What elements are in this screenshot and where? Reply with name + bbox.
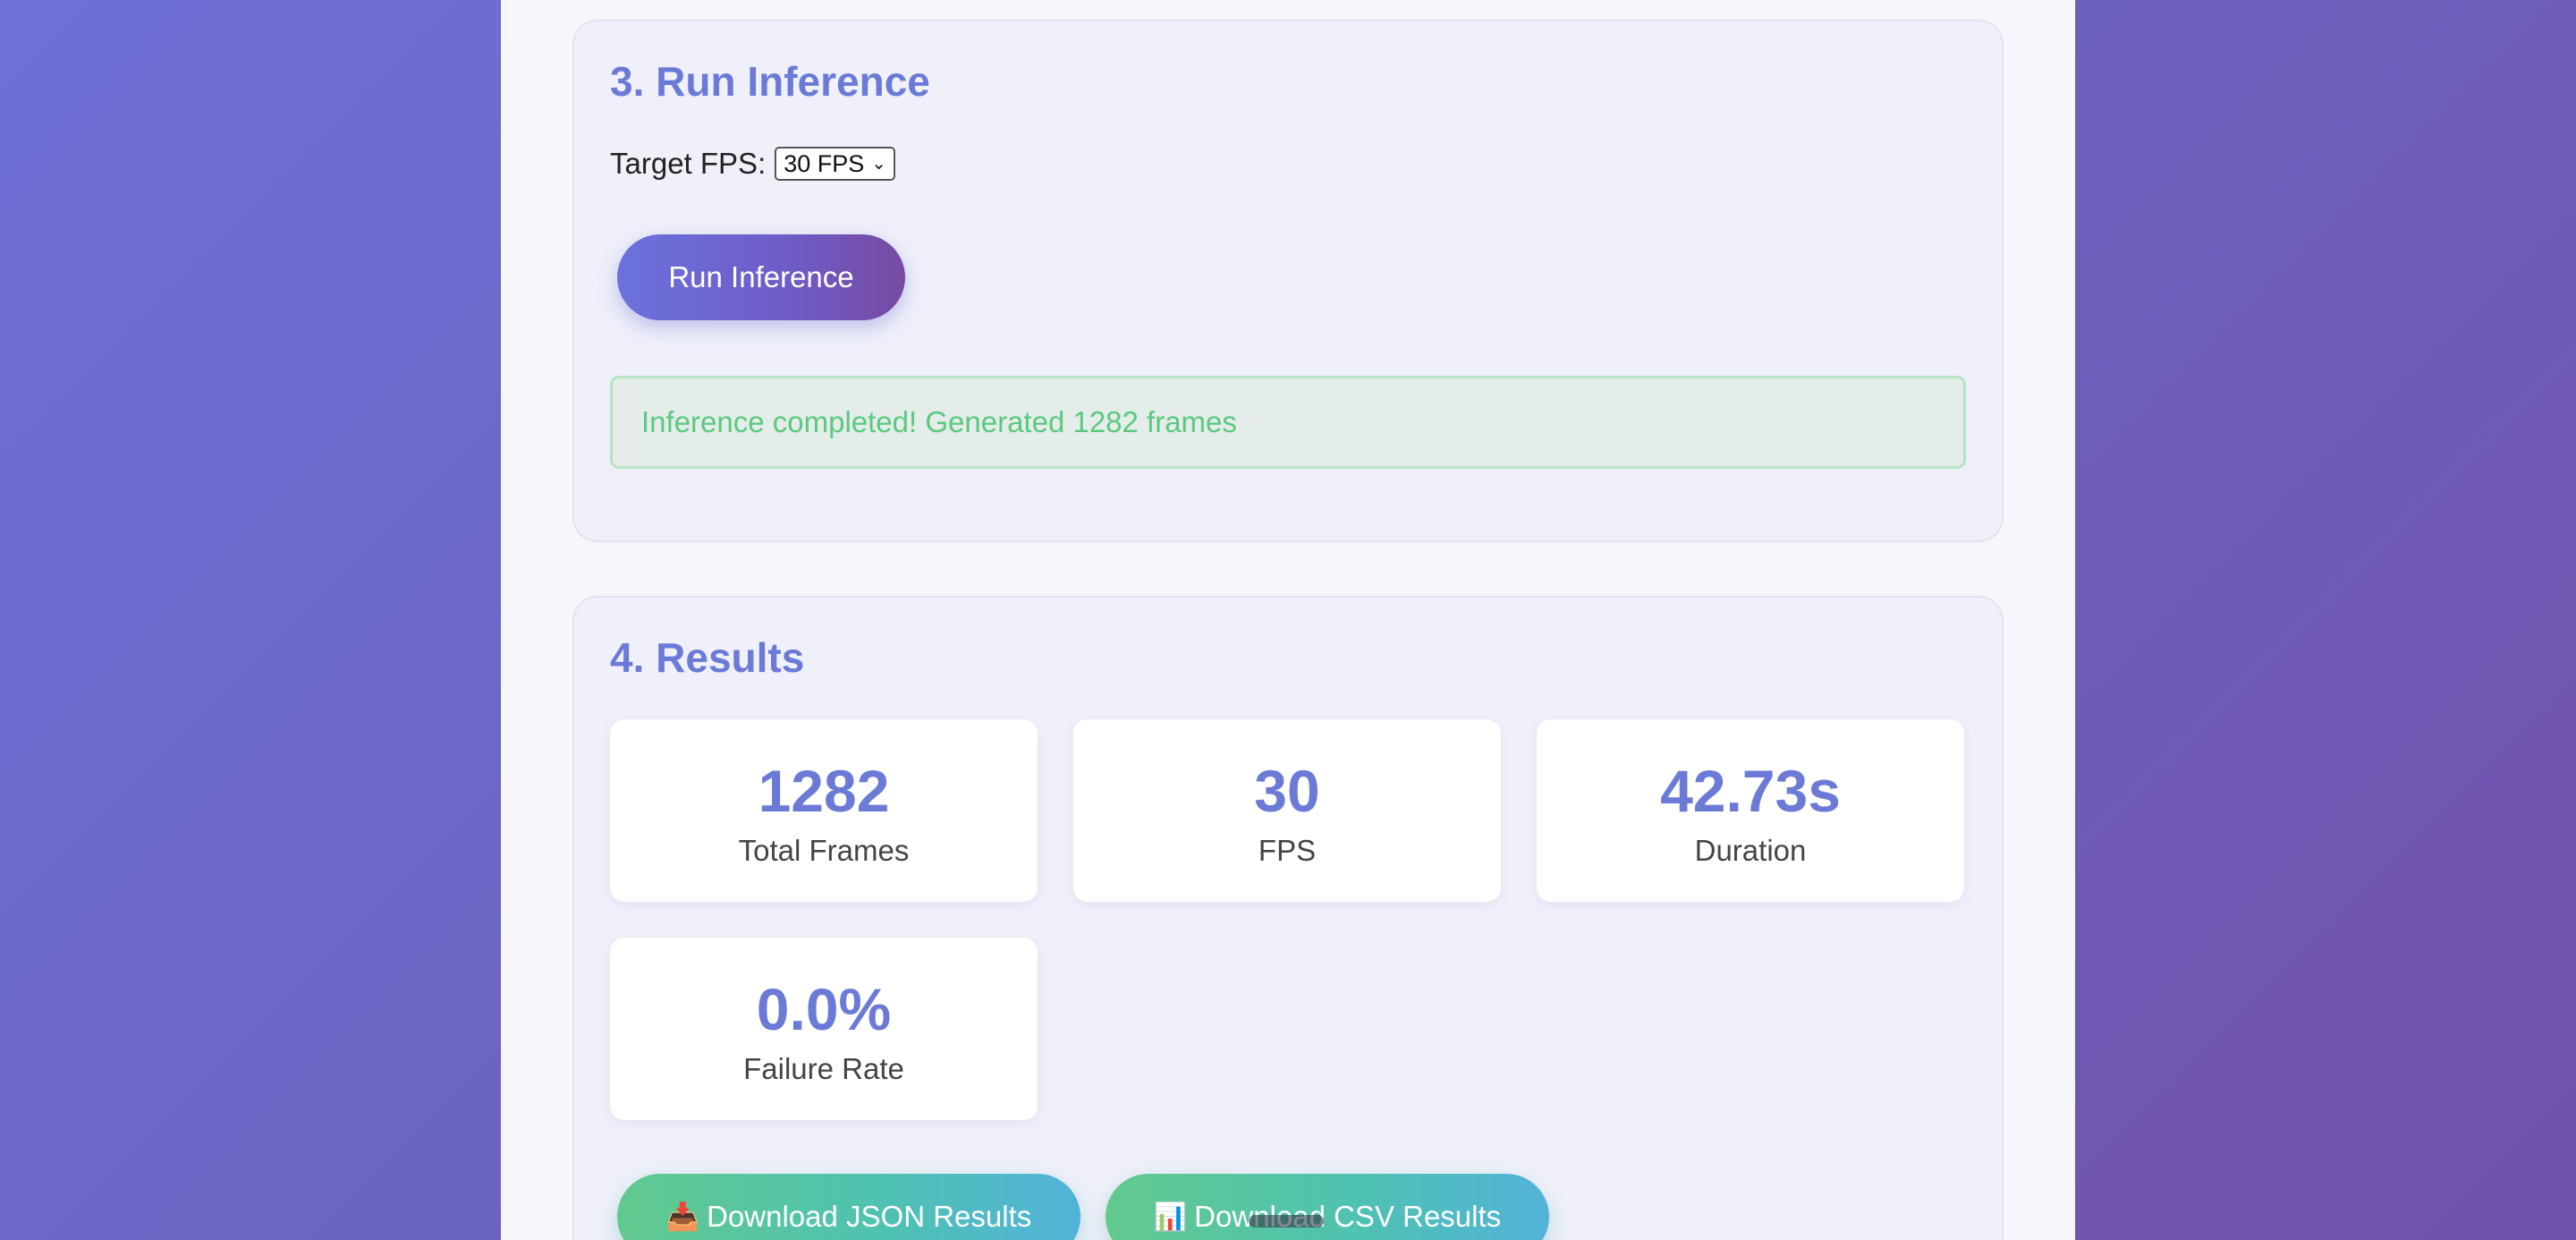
- stat-label: FPS: [1258, 834, 1317, 867]
- download-json-label: Download JSON Results: [707, 1200, 1032, 1233]
- success-alert: Inference completed! Generated 1282 fram…: [610, 376, 1966, 469]
- stat-value: 30: [1254, 758, 1320, 824]
- run-inference-section: 3. Run Inference Target FPS: 30 FPS ⌄ Ru…: [572, 20, 2004, 542]
- section-title: 3. Run Inference: [610, 58, 930, 105]
- run-inference-button[interactable]: Run Inference: [617, 234, 905, 320]
- stat-label: Duration: [1694, 834, 1807, 867]
- scroll-indicator: [1249, 1215, 1324, 1227]
- fps-label: Target FPS:: [610, 147, 767, 180]
- stat-card-duration: 42.73s Duration: [1537, 719, 1964, 902]
- fps-row: Target FPS: 30 FPS ⌄: [610, 147, 896, 181]
- stat-value: 0.0%: [756, 976, 892, 1042]
- stat-card-total-frames: 1282 Total Frames: [610, 719, 1038, 902]
- bar-chart-icon: 📊: [1153, 1202, 1188, 1232]
- stat-value: 42.73s: [1660, 758, 1841, 824]
- stat-label: Failure Rate: [743, 1052, 904, 1085]
- chevron-down-icon: ⌄: [871, 153, 887, 174]
- inbox-tray-icon: 📥: [665, 1202, 700, 1232]
- section-title: 4. Results: [610, 634, 805, 681]
- stat-card-failure-rate: 0.0% Failure Rate: [610, 938, 1038, 1120]
- stat-label: Total Frames: [738, 834, 910, 867]
- download-csv-label: Download CSV Results: [1194, 1200, 1502, 1233]
- fps-select[interactable]: 30 FPS ⌄: [775, 147, 896, 181]
- results-section: 4. Results 1282 Total Frames 30 FPS 42.7…: [572, 596, 2004, 1240]
- stat-value: 1282: [758, 758, 890, 824]
- fps-select-value: 30 FPS: [784, 149, 865, 177]
- download-csv-button[interactable]: 📊 Download CSV Results: [1106, 1174, 1549, 1240]
- download-json-button[interactable]: 📥 Download JSON Results: [617, 1174, 1080, 1240]
- main-container: 3. Run Inference Target FPS: 30 FPS ⌄ Ru…: [501, 0, 2075, 1240]
- stat-card-fps: 30 FPS: [1073, 719, 1501, 902]
